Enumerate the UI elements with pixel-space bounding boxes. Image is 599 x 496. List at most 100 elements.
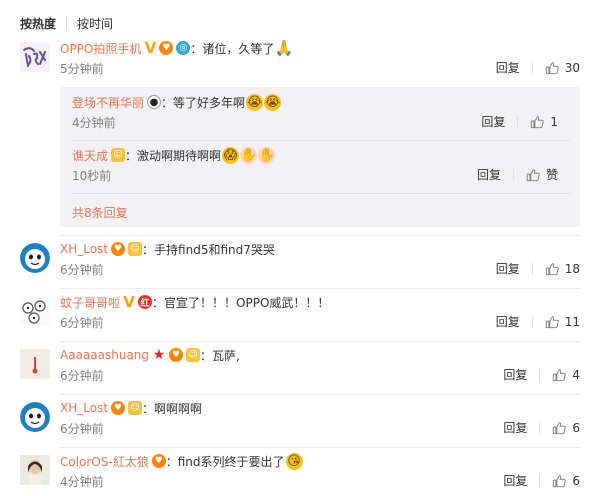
reply-actions: 回复 1 — [481, 113, 558, 130]
reply-button[interactable]: 回复 — [496, 313, 520, 330]
fan-badge-icon: ♥ — [111, 242, 126, 256]
fan-badge-icon: ☺ — [186, 348, 201, 362]
more-replies-link[interactable]: 共8条回复 — [72, 204, 128, 221]
comment-actions: 回复 11 — [496, 313, 580, 330]
comment-content: Aaaaaashuang ★ ♥ ☺ ： 瓦萨, — [60, 347, 240, 363]
panda-badge-icon: ● — [147, 95, 162, 109]
reply-content: 登场不再华丽 ● ： 等了好多年啊 😭 😭 — [72, 93, 282, 111]
comment-item: Aaaaaashuang ★ ♥ ☺ ： 瓦萨, 6分钟前 回复 4 — [20, 347, 580, 392]
comment-divider — [60, 394, 580, 395]
thumbs-up-icon — [552, 421, 566, 435]
username[interactable]: 蚊子哥哥啦 — [60, 294, 120, 311]
reply-button[interactable]: 回复 — [481, 113, 505, 130]
comment-time: 6分钟前 — [60, 316, 104, 330]
thumbs-up-icon — [545, 61, 559, 75]
reply-text: 等了好多年啊 — [173, 95, 246, 110]
like-button[interactable]: 6 — [552, 421, 580, 435]
reply-divider — [72, 140, 570, 141]
reply-content: 谯天成 ☺ ： 激动啊期待啊啊 😱 ✋ ✋ — [72, 146, 276, 164]
tab-sort-by-hot[interactable]: 按热度 — [20, 15, 56, 32]
comment-time: 6分钟前 — [60, 369, 104, 383]
kiss-face-icon: 😘 — [285, 452, 303, 470]
comment-actions: 回复 30 — [496, 59, 580, 76]
star-badge-icon: ★ — [152, 347, 166, 363]
avatar[interactable] — [20, 402, 50, 432]
crying-face-icon: 😭 — [246, 93, 264, 111]
verified-v-icon: V — [123, 293, 135, 311]
sort-tabs: 按热度 按时间 — [20, 15, 113, 31]
reply-button[interactable]: 回复 — [496, 260, 520, 277]
username[interactable]: 登场不再华丽 — [72, 94, 144, 111]
avatar[interactable] — [20, 296, 50, 326]
clapping-icon: ✋ — [258, 146, 276, 164]
tab-sort-by-time[interactable]: 按时间 — [77, 15, 113, 32]
like-button[interactable]: 4 — [552, 368, 580, 382]
like-button[interactable]: 18 — [545, 262, 580, 276]
username[interactable]: XH_Lost — [60, 242, 108, 256]
reply-button[interactable]: 回复 — [503, 419, 527, 436]
tab-separator — [66, 17, 68, 29]
reply-text: 激动啊期待啊啊 — [137, 148, 222, 163]
reply-actions: 回复 赞 — [477, 166, 558, 183]
colon: ： — [152, 295, 165, 310]
action-separator — [539, 474, 541, 487]
like-count: 6 — [572, 420, 580, 435]
like-button[interactable]: 赞 — [526, 166, 558, 183]
avatar[interactable] — [20, 349, 50, 379]
comment-item: ColorOS-紅太狼 ♥ ： find系列终于要出了 😘 4分钟前 回复 6 — [20, 452, 580, 496]
comment-actions: 回复 6 — [503, 472, 580, 489]
reply-item: 登场不再华丽 ● ： 等了好多年啊 😭 😭 4分钟前 回复 1 — [72, 93, 568, 134]
comment-content: OPPO拍照手机 V ♥ ◎ ： 诸位，久等了 🙏 — [60, 39, 293, 57]
avatar[interactable] — [20, 243, 50, 273]
reply-button[interactable]: 回复 — [503, 366, 527, 383]
comment-text: 瓦萨, — [212, 348, 240, 363]
clapping-icon: ✋ — [240, 146, 258, 164]
thumbs-up-icon — [545, 262, 559, 276]
comment-actions: 回复 4 — [503, 366, 580, 383]
action-separator — [539, 421, 541, 434]
username[interactable]: XH_Lost — [60, 401, 108, 415]
username[interactable]: OPPO拍照手机 — [60, 40, 141, 57]
camera-badge-icon: ◎ — [176, 41, 191, 55]
action-separator — [517, 115, 519, 128]
avatar[interactable] — [20, 455, 50, 485]
thumbs-up-icon — [552, 368, 566, 382]
fan-badge-icon: ☺ — [128, 401, 143, 415]
comment-content: XH_Lost ♥ ☺ ： 啊啊啊啊 — [60, 400, 202, 416]
comment-text: 诸位，久等了 — [202, 41, 275, 56]
red-badge-icon: 红 — [138, 295, 153, 309]
comment-time: 6分钟前 — [60, 263, 104, 277]
colon: ： — [200, 348, 213, 363]
action-separator — [531, 315, 533, 328]
username[interactable]: Aaaaaashuang — [60, 348, 149, 362]
reply-thread-box: 登场不再华丽 ● ： 等了好多年啊 😭 😭 4分钟前 回复 1 谯天成 ☺ ： … — [60, 87, 580, 227]
comment-text: 啊啊啊啊 — [154, 401, 203, 416]
like-button[interactable]: 1 — [530, 115, 558, 129]
like-count: 1 — [550, 114, 558, 129]
avatar[interactable] — [20, 42, 50, 72]
comment-text: 手持find5和find7哭哭 — [154, 242, 275, 257]
comment-text: 官宣了！！！OPPO威武！！！ — [164, 295, 330, 310]
reply-button[interactable]: 回复 — [503, 472, 527, 489]
comment-divider — [60, 341, 580, 342]
action-separator — [539, 368, 541, 381]
reply-item: 谯天成 ☺ ： 激动啊期待啊啊 😱 ✋ ✋ 10秒前 回复 赞 — [72, 146, 568, 187]
crying-face-icon: 😭 — [264, 93, 282, 111]
like-button[interactable]: 11 — [545, 315, 580, 329]
comment-actions: 回复 6 — [503, 419, 580, 436]
username[interactable]: 谯天成 — [72, 147, 108, 164]
comment-item: 蚊子哥哥啦 V 红 ： 官宣了！！！OPPO威武！！！ 6分钟前 回复 11 — [20, 293, 580, 339]
username[interactable]: ColorOS-紅太狼 — [60, 453, 149, 470]
like-count: 4 — [572, 367, 580, 382]
reply-button[interactable]: 回复 — [496, 59, 520, 76]
verified-v-icon: V — [144, 39, 157, 57]
comment-item: XH_Lost ♥ ☺ ： 手持find5和find7哭哭 6分钟前 回复 18 — [20, 241, 580, 286]
fan-badge-icon: ☺ — [128, 242, 143, 256]
like-count: 11 — [564, 314, 580, 329]
like-button[interactable]: 30 — [545, 61, 580, 75]
reply-button[interactable]: 回复 — [477, 166, 501, 183]
like-button[interactable]: 6 — [552, 474, 580, 488]
action-separator — [512, 168, 514, 181]
colon: ： — [142, 242, 155, 257]
like-text: 赞 — [545, 168, 558, 182]
